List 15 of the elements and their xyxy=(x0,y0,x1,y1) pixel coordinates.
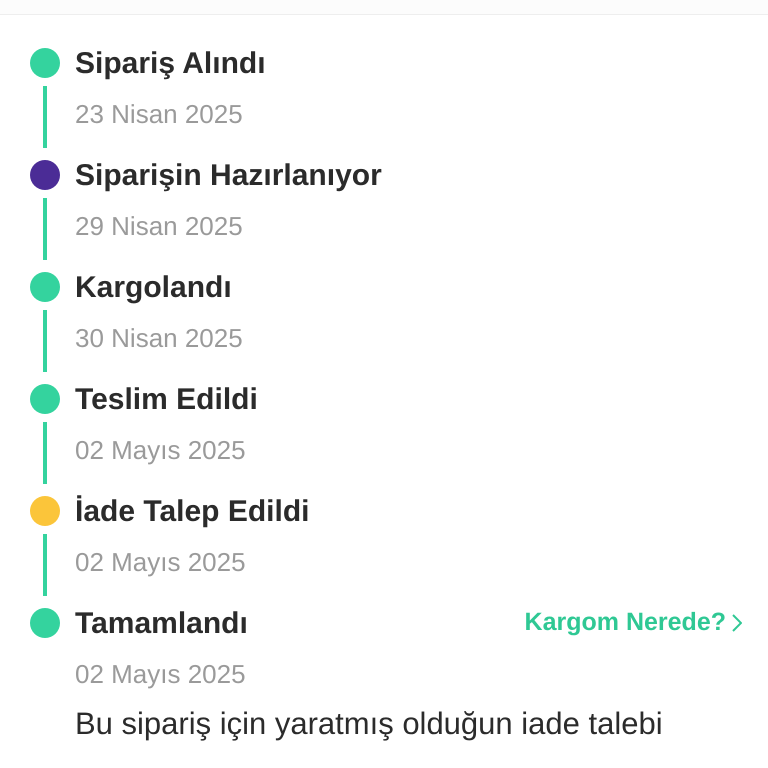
step-title: Kargolandı xyxy=(75,270,232,306)
track-link[interactable]: Kargom Nerede? xyxy=(524,604,742,642)
step-title: Siparişin Hazırlanıyor xyxy=(75,158,382,194)
step-title: Sipariş Alındı xyxy=(75,46,266,82)
step-date: 02 Mayıs 2025 xyxy=(75,659,246,689)
step-title: Teslim Edildi xyxy=(75,382,258,418)
step-date: 30 Nisan 2025 xyxy=(75,323,243,353)
chevron-right-icon xyxy=(732,614,742,632)
step-date: 02 Mayıs 2025 xyxy=(75,435,246,465)
step-date: 23 Nisan 2025 xyxy=(75,99,243,129)
return-note: Bu sipariş için yaratmış olduğun iade talebi xyxy=(75,705,664,743)
step-date: 29 Nisan 2025 xyxy=(75,211,243,241)
step-title: İade Talep Edildi xyxy=(75,494,310,530)
step-title: Tamamlandı xyxy=(75,606,248,642)
step-date: 02 Mayıs 2025 xyxy=(75,547,246,577)
